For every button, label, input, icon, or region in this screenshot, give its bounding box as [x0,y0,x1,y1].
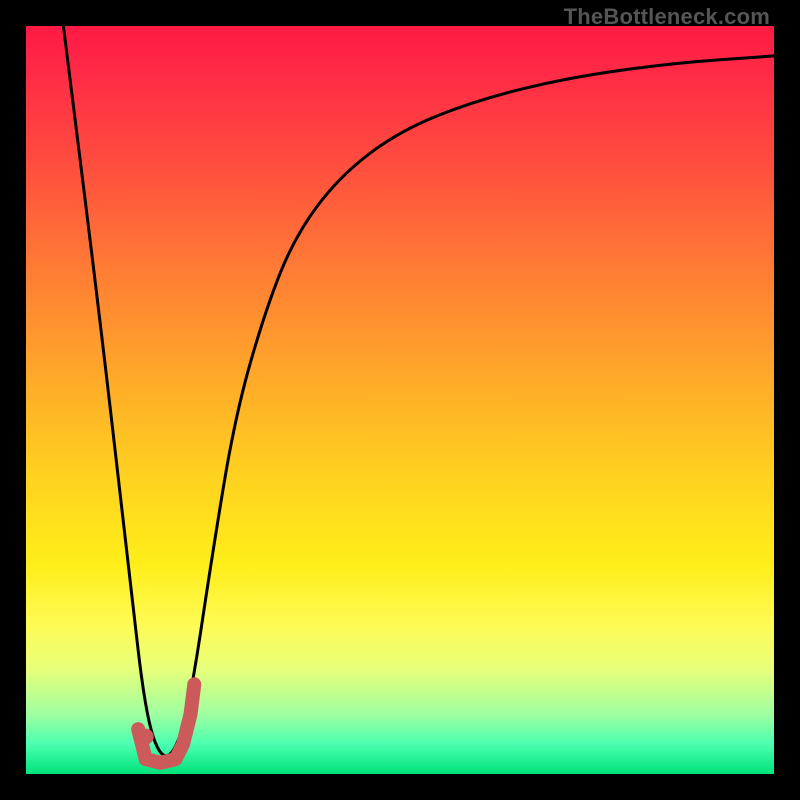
plot-area [26,26,774,774]
bottleneck-curve-path [63,26,774,756]
chart-overlay [26,26,774,774]
optimal-hook-path [138,684,194,763]
chart-frame: TheBottleneck.com [0,0,800,800]
optimal-point-marker [138,729,154,745]
